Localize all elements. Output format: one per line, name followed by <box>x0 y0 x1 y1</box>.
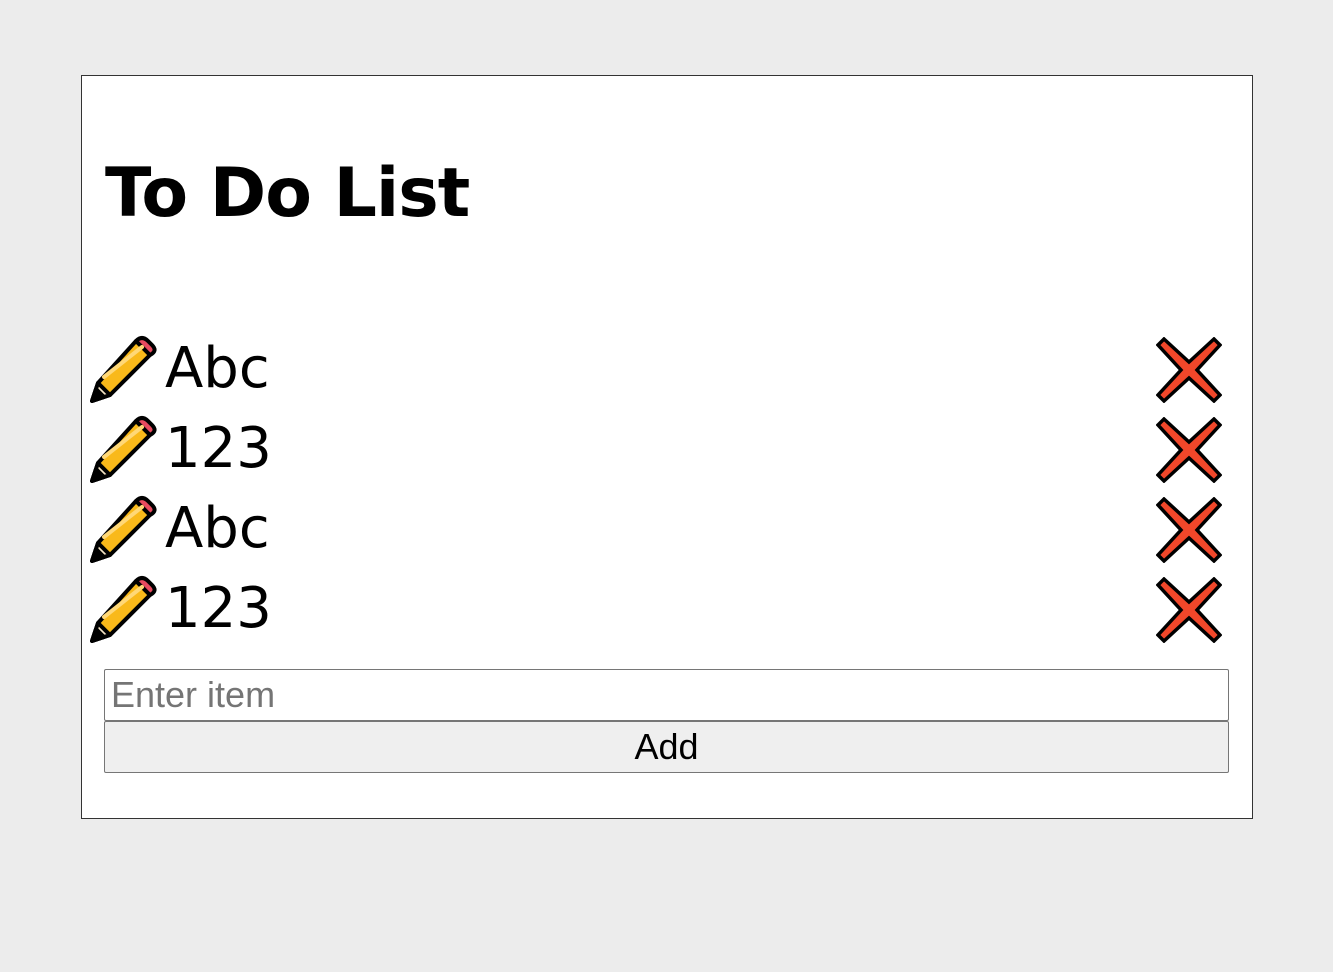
item-text: 123 <box>165 416 272 481</box>
pencil-icon[interactable] <box>88 335 158 405</box>
item-text: Abc <box>165 336 270 401</box>
pencil-icon[interactable] <box>88 415 158 485</box>
item-input[interactable] <box>104 669 1229 721</box>
cross-mark-icon[interactable] <box>1155 576 1223 644</box>
pencil-icon[interactable] <box>88 495 158 565</box>
list-item: Abc <box>82 329 1252 409</box>
list-item: 123 <box>82 409 1252 489</box>
cross-mark-icon[interactable] <box>1155 496 1223 564</box>
cross-mark-icon[interactable] <box>1155 416 1223 484</box>
cross-mark-icon[interactable] <box>1155 336 1223 404</box>
item-text: 123 <box>165 576 272 641</box>
list-item: Abc <box>82 489 1252 569</box>
page-title: To Do List <box>105 154 470 233</box>
item-text: Abc <box>165 496 270 561</box>
add-button[interactable]: Add <box>104 721 1229 773</box>
pencil-icon[interactable] <box>88 575 158 645</box>
list-item: 123 <box>82 569 1252 649</box>
todo-card: To Do List Abc 123 Abc 123 Enter item Ad… <box>81 75 1253 819</box>
todo-list: Abc 123 Abc 123 <box>82 329 1252 649</box>
